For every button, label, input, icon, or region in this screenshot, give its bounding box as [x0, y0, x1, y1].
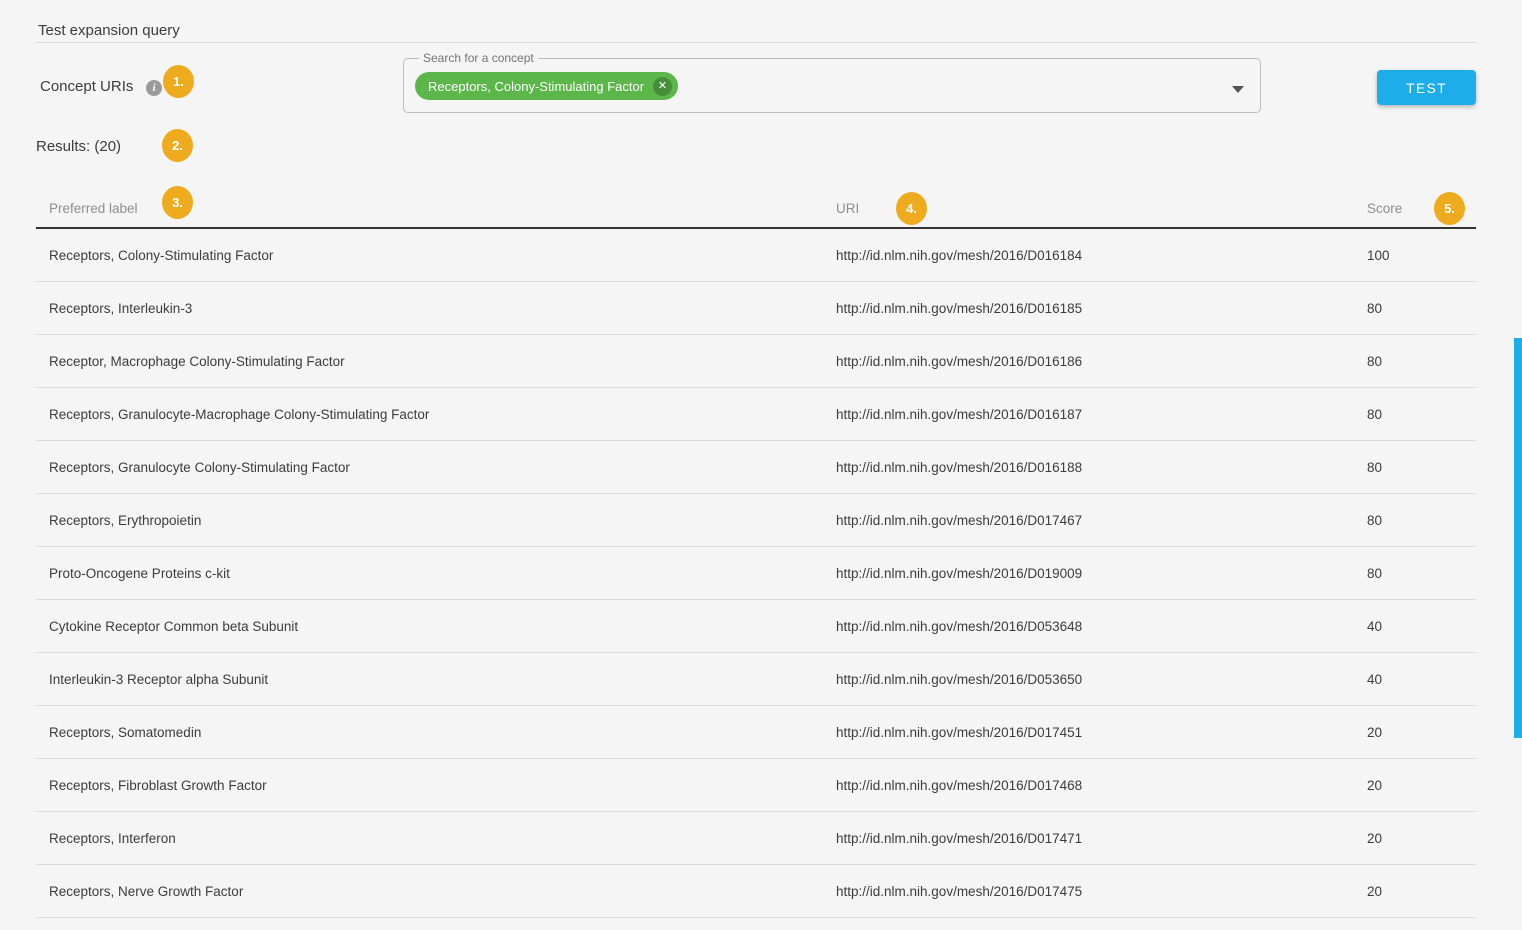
- row-score: 40: [1367, 653, 1382, 706]
- row-score: 80: [1367, 494, 1382, 547]
- row-uri: http://id.nlm.nih.gov/mesh/2016/D017475: [836, 865, 1082, 918]
- page-title: Test expansion query: [38, 22, 180, 39]
- search-legend: Search for a concept: [419, 51, 538, 65]
- row-preferred-label: Receptors, Nerve Growth Factor: [49, 865, 243, 918]
- annotation-badge-3: 3.: [162, 186, 193, 219]
- row-preferred-label: Receptors, Somatomedin: [49, 706, 201, 759]
- row-preferred-label: Receptors, Interferon: [49, 812, 176, 865]
- row-preferred-label: Receptors, Erythropoietin: [49, 494, 201, 547]
- title-divider: [36, 42, 1476, 43]
- row-score: 20: [1367, 865, 1382, 918]
- row-score: 80: [1367, 282, 1382, 335]
- table-row: Interleukin-3 Receptor alpha Subunit htt…: [36, 653, 1476, 706]
- row-score: 80: [1367, 388, 1382, 441]
- table-row: Receptors, Fibroblast Growth Factor http…: [36, 759, 1476, 812]
- row-score: 80: [1367, 547, 1382, 600]
- row-uri: http://id.nlm.nih.gov/mesh/2016/D019009: [836, 547, 1082, 600]
- row-score: 40: [1367, 600, 1382, 653]
- row-score: 20: [1367, 759, 1382, 812]
- results-table: Preferred label URI Score Receptors, Col…: [36, 188, 1476, 918]
- row-uri: http://id.nlm.nih.gov/mesh/2016/D016185: [836, 282, 1082, 335]
- table-row: Receptors, Granulocyte Colony-Stimulatin…: [36, 441, 1476, 494]
- row-score: 20: [1367, 812, 1382, 865]
- concept-chip[interactable]: Receptors, Colony-Stimulating Factor ✕: [415, 72, 678, 100]
- concept-chip-label: Receptors, Colony-Stimulating Factor: [428, 79, 644, 94]
- table-row: Receptors, Interferon http://id.nlm.nih.…: [36, 812, 1476, 865]
- row-score: 100: [1367, 229, 1390, 282]
- table-row: Proto-Oncogene Proteins c-kit http://id.…: [36, 547, 1476, 600]
- table-row: Receptor, Macrophage Colony-Stimulating …: [36, 335, 1476, 388]
- row-uri: http://id.nlm.nih.gov/mesh/2016/D017467: [836, 494, 1082, 547]
- concept-search-input[interactable]: Search for a concept Receptors, Colony-S…: [403, 51, 1261, 113]
- row-preferred-label: Receptors, Fibroblast Growth Factor: [49, 759, 267, 812]
- table-row: Cytokine Receptor Common beta Subunit ht…: [36, 600, 1476, 653]
- annotation-badge-1: 1.: [163, 65, 194, 98]
- row-score: 80: [1367, 441, 1382, 494]
- column-header-preferred-label: Preferred label: [49, 201, 138, 216]
- row-uri: http://id.nlm.nih.gov/mesh/2016/D016188: [836, 441, 1082, 494]
- row-score: 20: [1367, 706, 1382, 759]
- table-row: Receptors, Nerve Growth Factor http://id…: [36, 865, 1476, 918]
- table-row: Receptors, Granulocyte-Macrophage Colony…: [36, 388, 1476, 441]
- table-header-row: Preferred label URI Score: [36, 188, 1476, 229]
- row-preferred-label: Interleukin-3 Receptor alpha Subunit: [49, 653, 268, 706]
- row-preferred-label: Receptors, Interleukin-3: [49, 282, 192, 335]
- row-preferred-label: Cytokine Receptor Common beta Subunit: [49, 600, 298, 653]
- table-row: Receptors, Erythropoietin http://id.nlm.…: [36, 494, 1476, 547]
- row-uri: http://id.nlm.nih.gov/mesh/2016/D053650: [836, 653, 1082, 706]
- table-row: Receptors, Colony-Stimulating Factor htt…: [36, 229, 1476, 282]
- table-row: Receptors, Somatomedin http://id.nlm.nih…: [36, 706, 1476, 759]
- column-header-uri: URI: [836, 201, 859, 216]
- chip-remove-icon[interactable]: ✕: [653, 77, 672, 96]
- row-preferred-label: Receptor, Macrophage Colony-Stimulating …: [49, 335, 345, 388]
- row-preferred-label: Receptors, Granulocyte-Macrophage Colony…: [49, 388, 429, 441]
- results-count-label: Results: (20): [36, 138, 121, 155]
- row-uri: http://id.nlm.nih.gov/mesh/2016/D016187: [836, 388, 1082, 441]
- test-button[interactable]: TEST: [1377, 70, 1476, 105]
- annotation-badge-5: 5.: [1434, 192, 1465, 225]
- row-uri: http://id.nlm.nih.gov/mesh/2016/D017451: [836, 706, 1082, 759]
- table-body: Receptors, Colony-Stimulating Factor htt…: [36, 229, 1476, 918]
- concept-uris-label: Concept URIs: [40, 78, 133, 95]
- chevron-down-icon[interactable]: [1232, 86, 1244, 93]
- row-preferred-label: Receptors, Granulocyte Colony-Stimulatin…: [49, 441, 350, 494]
- row-uri: http://id.nlm.nih.gov/mesh/2016/D053648: [836, 600, 1082, 653]
- row-uri: http://id.nlm.nih.gov/mesh/2016/D017471: [836, 812, 1082, 865]
- row-preferred-label: Receptors, Colony-Stimulating Factor: [49, 229, 273, 282]
- row-uri: http://id.nlm.nih.gov/mesh/2016/D016184: [836, 229, 1082, 282]
- annotation-badge-2: 2.: [162, 129, 193, 162]
- table-row: Receptors, Interleukin-3 http://id.nlm.n…: [36, 282, 1476, 335]
- row-uri: http://id.nlm.nih.gov/mesh/2016/D016186: [836, 335, 1082, 388]
- annotation-badge-4: 4.: [896, 192, 927, 225]
- page: Test expansion query Concept URIs i 1. S…: [0, 0, 1522, 930]
- column-header-score: Score: [1367, 201, 1402, 216]
- row-score: 80: [1367, 335, 1382, 388]
- vertical-scrollbar-thumb[interactable]: [1514, 338, 1522, 738]
- row-uri: http://id.nlm.nih.gov/mesh/2016/D017468: [836, 759, 1082, 812]
- row-preferred-label: Proto-Oncogene Proteins c-kit: [49, 547, 230, 600]
- info-icon[interactable]: i: [146, 80, 162, 96]
